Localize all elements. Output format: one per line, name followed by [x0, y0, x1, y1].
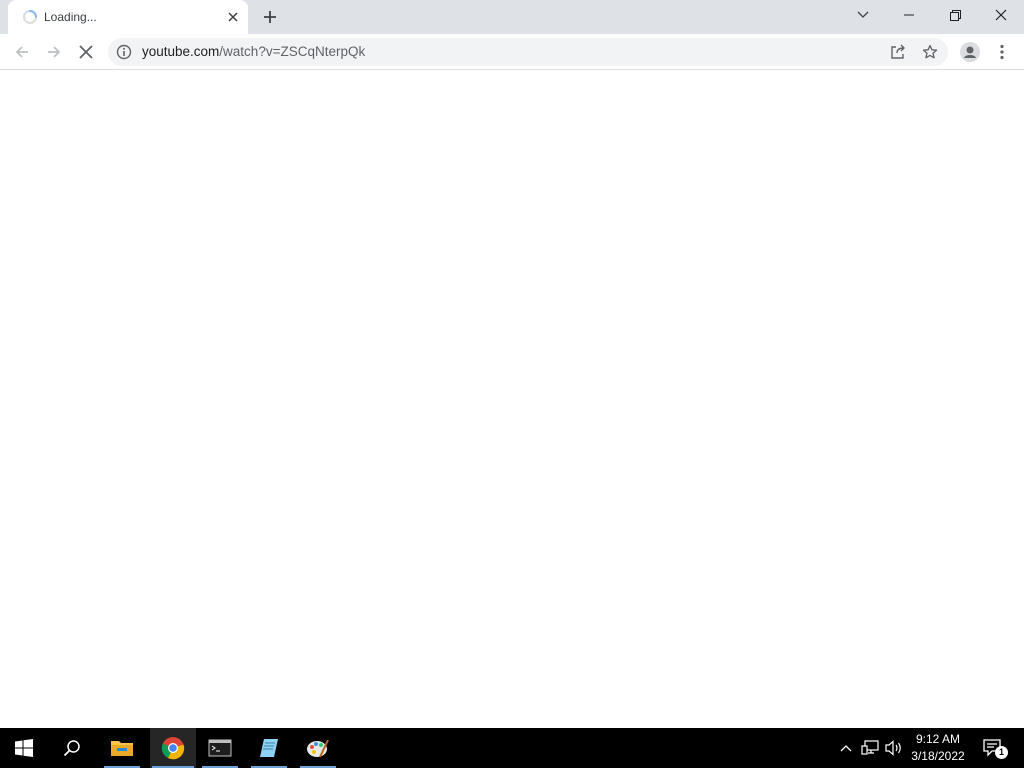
file-explorer-icon [111, 741, 133, 756]
forward-button[interactable] [40, 38, 68, 66]
clock[interactable]: 9:12 AM 3/18/2022 [905, 731, 971, 765]
network-icon [861, 740, 879, 755]
volume-icon [885, 740, 901, 756]
restore-icon [949, 9, 961, 21]
taskbar-paint[interactable] [298, 728, 338, 768]
share-icon [891, 44, 905, 59]
url-path: /watch?v=ZSCqNterpQk [219, 44, 366, 59]
address-bar[interactable]: youtube.com/watch?v=ZSCqNterpQk [108, 38, 948, 66]
taskbar-file-explorer[interactable] [102, 728, 142, 768]
back-arrow-icon [15, 46, 28, 58]
tab-search-button[interactable] [840, 0, 886, 30]
show-hidden-icons-button[interactable] [836, 738, 856, 758]
paint-icon [307, 739, 329, 758]
browser-tab[interactable]: Loading... [8, 0, 248, 34]
browser-toolbar: youtube.com/watch?v=ZSCqNterpQk [0, 34, 1024, 70]
chrome-icon [161, 737, 185, 760]
clock-date: 3/18/2022 [911, 749, 965, 763]
chevron-up-icon [840, 745, 852, 752]
profile-button[interactable] [956, 38, 984, 66]
search-button[interactable] [52, 728, 92, 768]
network-button[interactable] [860, 738, 880, 758]
minimize-icon [904, 14, 914, 16]
profile-icon [960, 42, 980, 62]
stop-icon [79, 45, 93, 59]
close-icon [995, 9, 1007, 21]
notepad-icon [260, 739, 278, 757]
page-content [0, 71, 1024, 728]
forward-arrow-icon [48, 46, 61, 58]
restore-button[interactable] [932, 0, 978, 30]
loading-spinner-icon [23, 10, 37, 24]
start-button[interactable] [4, 728, 44, 768]
close-icon [228, 12, 238, 22]
terminal-icon [208, 739, 232, 757]
notification-badge: 1 [995, 746, 1008, 759]
star-icon [922, 44, 938, 59]
notifications-button[interactable]: 1 [982, 738, 1008, 759]
tab-close-button[interactable] [224, 8, 242, 26]
close-window-button[interactable] [978, 0, 1024, 30]
minimize-button[interactable] [886, 0, 932, 30]
kebab-menu-icon [1000, 44, 1004, 60]
url-text[interactable]: youtube.com/watch?v=ZSCqNterpQk [142, 44, 365, 59]
search-icon [63, 740, 80, 757]
stop-loading-button[interactable] [72, 38, 100, 66]
info-icon[interactable] [116, 44, 132, 60]
back-button[interactable] [8, 38, 36, 66]
taskbar-chrome[interactable] [150, 728, 196, 768]
taskbar-notepad[interactable] [249, 728, 289, 768]
taskbar-terminal[interactable] [200, 728, 240, 768]
tab-title: Loading... [44, 10, 97, 24]
menu-button[interactable] [988, 38, 1016, 66]
tab-strip: Loading... [0, 0, 1024, 34]
chevron-down-icon [857, 11, 869, 18]
share-button[interactable] [888, 42, 908, 62]
clock-time: 9:12 AM [915, 732, 961, 746]
bookmark-button[interactable] [920, 42, 940, 62]
new-tab-button[interactable] [258, 6, 282, 28]
plus-icon [264, 11, 276, 23]
start-icon [15, 739, 33, 757]
volume-button[interactable] [884, 738, 904, 758]
url-host: youtube.com [142, 44, 220, 59]
taskbar: 9:12 AM 3/18/2022 1 [0, 728, 1024, 768]
